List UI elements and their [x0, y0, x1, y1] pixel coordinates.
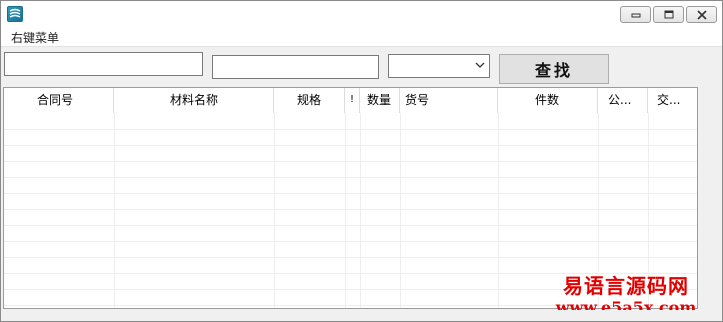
column-header-contract-no[interactable]: 合同号	[4, 88, 114, 113]
menu-bar: 右键菜单	[1, 27, 722, 47]
column-header-pieces[interactable]: 件数	[498, 88, 598, 113]
column-divider	[345, 113, 346, 308]
title-bar	[1, 1, 722, 27]
column-divider	[114, 113, 115, 308]
menu-item-context-menu[interactable]: 右键菜单	[11, 29, 59, 46]
search-input-1[interactable]	[4, 52, 203, 76]
row-divider	[4, 257, 697, 258]
app-icon[interactable]	[7, 6, 23, 22]
row-divider	[4, 193, 697, 194]
close-icon	[696, 9, 707, 20]
close-button[interactable]	[686, 6, 717, 23]
search-button[interactable]: 查找	[499, 54, 609, 84]
row-divider	[4, 225, 697, 226]
row-divider	[4, 129, 697, 130]
row-divider	[4, 209, 697, 210]
watermark-title: 易语言源码网	[563, 274, 689, 298]
maximize-button[interactable]	[653, 6, 684, 23]
grid-header: 合同号 材料名称 规格 ! 数量 货号 件数 公... 交...	[4, 88, 697, 113]
main-window: 右键菜单 查找 合同号 材料名称 规格 ! 数量 货号 件数 公... 交...	[0, 0, 723, 322]
column-divider	[498, 113, 499, 308]
column-header-quantity[interactable]: 数量	[360, 88, 400, 113]
column-divider	[360, 113, 361, 308]
maximize-icon	[664, 10, 673, 19]
row-divider	[4, 145, 697, 146]
column-header-company[interactable]: 公...	[598, 88, 648, 113]
minimize-button[interactable]	[620, 6, 651, 23]
search-input-2[interactable]	[212, 55, 379, 79]
row-divider	[4, 177, 697, 178]
column-header-material-name[interactable]: 材料名称	[114, 88, 274, 113]
filter-dropdown[interactable]	[388, 54, 490, 78]
status-strip	[1, 310, 722, 321]
minimize-icon	[631, 13, 640, 17]
row-divider	[4, 241, 697, 242]
row-divider	[4, 161, 697, 162]
column-header-narrow[interactable]: !	[345, 88, 360, 113]
column-header-spec[interactable]: 规格	[274, 88, 345, 113]
column-divider	[400, 113, 401, 308]
column-divider	[274, 113, 275, 308]
chevron-down-icon	[475, 62, 485, 68]
column-header-delivery[interactable]: 交...	[648, 88, 697, 113]
column-header-item-no[interactable]: 货号	[400, 88, 498, 113]
